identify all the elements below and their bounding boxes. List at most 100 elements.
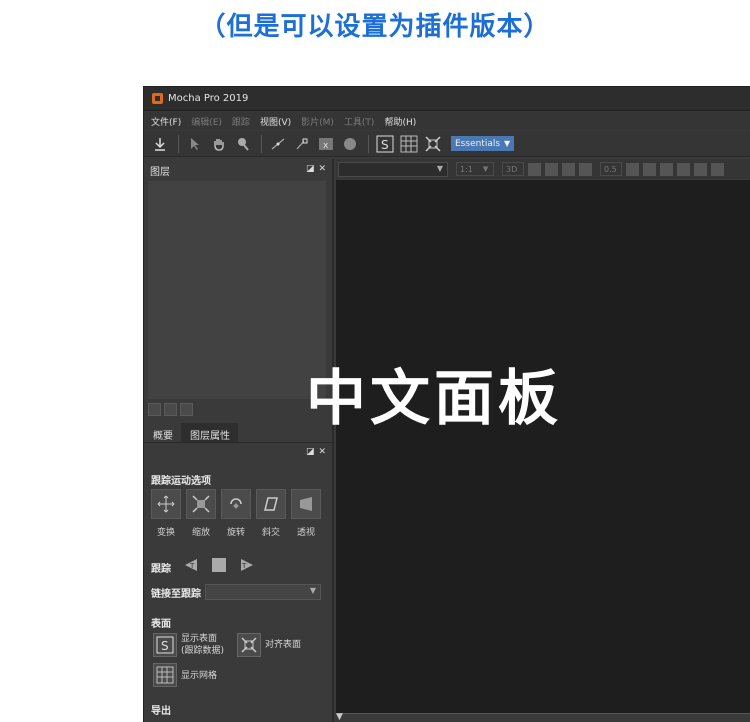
layers-list[interactable] [148,181,326,399]
proxy-toggle[interactable]: 3D [502,162,524,176]
track-backward-icon: T [185,559,197,571]
rotate-button[interactable] [221,489,251,519]
circle-tool-button[interactable] [340,134,360,154]
toolbar-divider [261,134,262,153]
menu-bar: 文件(F) 编辑(E) 跟踪 视图(V) 影片(M) 工具(T) 帮助(H) [144,112,750,130]
menu-view[interactable]: 视图(V) [260,115,291,128]
delete-layer-button[interactable] [180,403,193,416]
playhead-icon[interactable]: ▼ [336,712,343,722]
translate-button[interactable] [151,489,181,519]
track-controls: 跟踪 T T [151,557,255,577]
opacity-field[interactable]: 0.5 [600,162,622,176]
show-grid-button[interactable] [153,663,177,687]
track-forward-button[interactable]: T [239,557,255,577]
hand-icon [214,138,224,151]
menu-track[interactable]: 跟踪 [232,115,250,128]
zoom-select[interactable]: 1:1 ▼ [456,162,494,176]
svg-text:T: T [241,562,247,570]
layers-panel-header: 图层 ◪ ✕ [144,161,332,179]
align-icon [241,637,257,653]
timeline-bar[interactable]: ▼ [336,712,750,722]
select-tool-button[interactable] [185,134,205,154]
layers-panel-title: 图层 [150,166,170,178]
matte-toggle-button[interactable] [579,162,592,176]
show-surface-line2: (跟踪数据) [181,646,225,656]
import-button[interactable] [150,134,170,154]
track-label: 跟踪 [151,563,171,575]
proxy-value: 3D [506,164,518,174]
layer-controls [148,403,193,417]
show-grid-label: 显示网格 [181,671,218,681]
layer-x-button[interactable]: x [316,134,336,154]
clip-select[interactable]: ▼ [338,161,448,177]
align-surface-label: 对齐表面 [265,640,302,650]
menu-help[interactable]: 帮助(H) [384,115,416,128]
viewer-option-button[interactable] [660,162,673,176]
workspace-dropdown[interactable]: Essentials ▼ [451,136,515,151]
stop-icon [212,558,226,572]
panel-tabs: 概要 图层属性 [144,423,332,443]
chevron-down-icon: ▼ [482,165,489,173]
pointer-icon [191,137,199,150]
stop-button[interactable] [211,557,227,577]
close-icon[interactable]: ✕ [318,447,326,457]
mask-toggle-button[interactable] [562,162,575,176]
duplicate-layer-button[interactable] [164,403,177,416]
float-panel-icon[interactable]: ◪ [306,447,315,457]
svg-text:x: x [323,141,329,151]
viewer-toolbar: ▼ 1:1 ▼ 3D 0.5 [336,159,750,179]
overlay-toggle-button[interactable] [528,162,541,176]
text-toggle-button[interactable] [545,162,558,176]
rotate-label: 旋转 [226,528,245,538]
surface-button[interactable]: S [375,134,395,154]
menu-file[interactable]: 文件(F) [151,115,181,128]
align-surface-button[interactable] [237,633,261,657]
tab-overview[interactable]: 概要 [144,423,181,442]
scale-icon [192,495,210,513]
track-backward-button[interactable]: T [183,557,199,577]
perspective-button[interactable] [291,489,321,519]
overlay-caption: 中文面板 [306,364,562,434]
float-panel-icon[interactable]: ◪ [306,164,315,174]
pan-tool-button[interactable] [209,134,229,154]
new-folder-button[interactable] [148,403,161,416]
scale-button[interactable] [186,489,216,519]
toolbar-divider [178,134,179,153]
viewer-option-button[interactable] [694,162,707,176]
tab-layer-properties[interactable]: 图层属性 [181,423,238,442]
viewer-option-button[interactable] [643,162,656,176]
align-surface-button[interactable] [423,134,443,154]
add-point-button[interactable] [292,134,312,154]
close-icon[interactable]: ✕ [318,164,326,174]
menu-edit[interactable]: 编辑(E) [191,115,222,128]
page-caption: （但是可以设置为插件版本） [199,12,551,42]
viewer-option-button[interactable] [626,162,639,176]
link-to-track-select[interactable]: ▼ [205,584,321,600]
zoom-tool-button[interactable] [233,134,253,154]
menu-tools[interactable]: 工具(T) [344,115,375,128]
svg-text:S: S [161,639,169,653]
motion-option-labels: 变换 缩放 旋转 斜交 透视 [151,525,321,538]
viewer-option-button[interactable] [677,162,690,176]
left-panel: 图层 ◪ ✕ 概要 图层属性 ◪ ✕ 跟踪运动选项 变换 缩放 旋转 斜交 透视… [144,159,334,722]
opacity-value: 0.5 [604,164,617,174]
chevron-down-icon: ▼ [436,163,443,173]
show-surface-label: 显示表面 (跟踪数据) [181,633,224,657]
shear-button[interactable] [256,489,286,519]
viewer-option-button[interactable] [711,162,724,176]
workspace-label: Essentials [455,138,501,149]
zoom-value: 1:1 [460,164,473,174]
grid-button[interactable] [399,134,419,154]
menu-movie[interactable]: 影片(M) [301,115,334,128]
spline-tool-button[interactable] [268,134,288,154]
main-toolbar: x S Essentials ▼ [144,131,750,157]
link-to-track-row: 链接至跟踪 ▼ [151,584,321,600]
surface-s-icon: S [376,135,394,152]
params-panel-controls: ◪ ✕ [306,447,326,457]
viewer-canvas[interactable] [336,180,750,713]
show-surface-button[interactable]: S [153,633,177,657]
show-surface-line1: 显示表面 [181,634,218,644]
grid-icon [156,666,174,684]
svg-text:S: S [381,138,389,152]
align-icon [425,135,441,152]
